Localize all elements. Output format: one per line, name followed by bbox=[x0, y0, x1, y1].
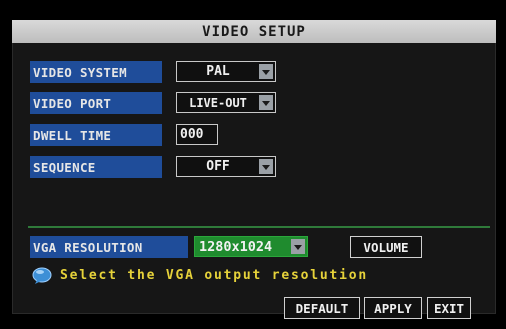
apply-button[interactable]: APPLY bbox=[364, 297, 422, 319]
chevron-down-icon[interactable] bbox=[291, 239, 305, 254]
window-title: VIDEO SETUP bbox=[12, 20, 496, 43]
video-port-label: VIDEO PORT bbox=[30, 92, 162, 114]
video-port-dropdown[interactable]: LIVE-OUT bbox=[176, 92, 276, 113]
vga-resolution-dropdown[interactable]: 1280x1024 bbox=[194, 236, 308, 257]
default-button[interactable]: DEFAULT bbox=[284, 297, 360, 319]
dwell-time-label: DWELL TIME bbox=[30, 124, 162, 146]
hint-text: Select the VGA output resolution bbox=[60, 268, 369, 283]
info-bubble-icon bbox=[32, 267, 52, 284]
vga-resolution-label: VGA RESOLUTION bbox=[30, 236, 188, 258]
volume-button[interactable]: VOLUME bbox=[350, 236, 422, 258]
section-divider bbox=[28, 226, 490, 228]
sequence-value: OFF bbox=[206, 159, 230, 174]
dwell-time-input[interactable]: 000 bbox=[176, 124, 218, 145]
vga-resolution-value: 1280x1024 bbox=[199, 238, 273, 255]
video-system-dropdown[interactable]: PAL bbox=[176, 61, 276, 82]
video-system-value: PAL bbox=[206, 64, 230, 79]
chevron-down-icon[interactable] bbox=[259, 95, 273, 110]
dvr-screen: VIDEO SETUP VIDEO SYSTEM PAL VIDEO PORT … bbox=[0, 0, 506, 329]
video-port-value: LIVE-OUT bbox=[189, 95, 247, 110]
sequence-label: SEQUENCE bbox=[30, 156, 162, 178]
exit-button[interactable]: EXIT bbox=[427, 297, 471, 319]
chevron-down-icon[interactable] bbox=[259, 64, 273, 79]
chevron-down-icon[interactable] bbox=[259, 159, 273, 174]
sequence-dropdown[interactable]: OFF bbox=[176, 156, 276, 177]
video-system-label: VIDEO SYSTEM bbox=[30, 61, 162, 83]
